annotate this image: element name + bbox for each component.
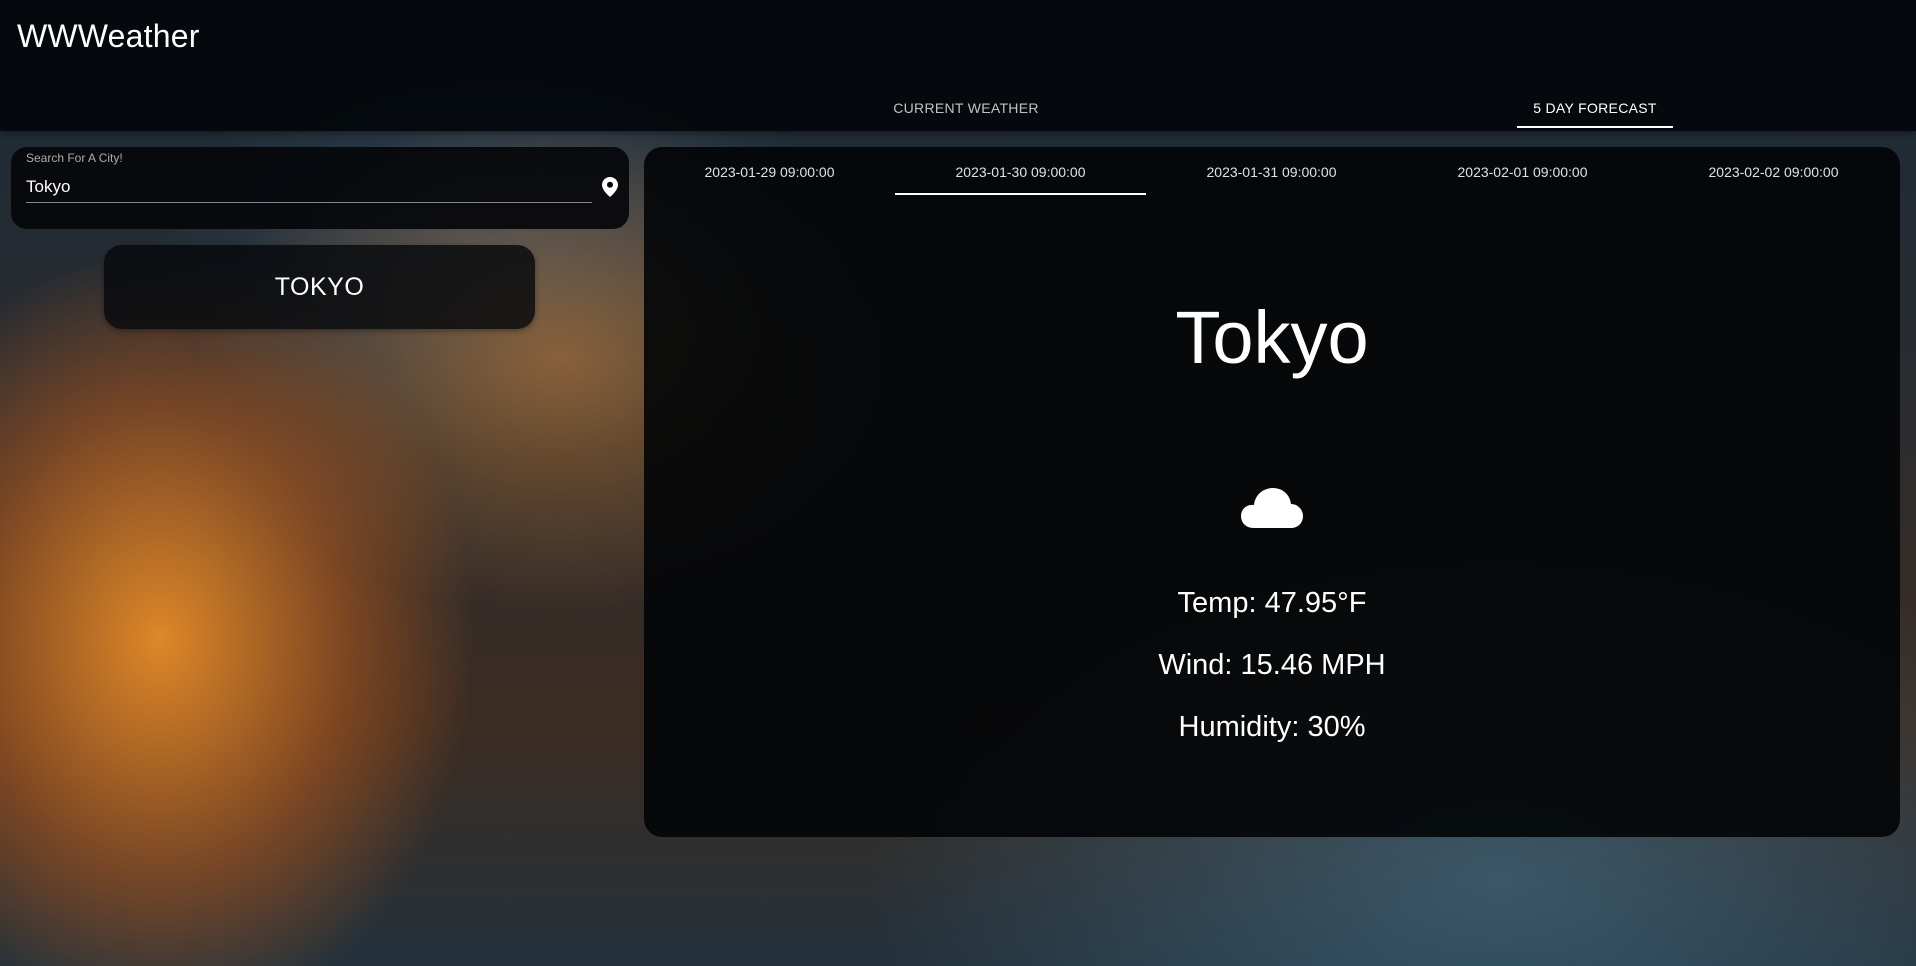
tab-label: 5 DAY FORECAST — [1533, 100, 1657, 116]
map-pin-icon[interactable] — [596, 173, 624, 201]
cloud-glyph — [1241, 488, 1303, 528]
day-tab-label: 2023-01-30 09:00:00 — [955, 164, 1086, 180]
day-tab-1[interactable]: 2023-01-29 09:00:00 — [644, 147, 895, 195]
humidity-label: Humidity: — [1178, 711, 1308, 743]
day-tab-5[interactable]: 2023-02-02 09:00:00 — [1648, 147, 1899, 195]
forecast-city-name: Tokyo — [1175, 296, 1369, 379]
cloud-icon — [1240, 484, 1304, 530]
tab-current-weather[interactable]: CURRENT WEATHER — [888, 94, 1044, 130]
map-pin-glyph — [602, 177, 618, 197]
temperature-readout: Temp: 47.95°F — [644, 587, 1900, 620]
active-tab-indicator — [1517, 126, 1673, 128]
search-box: Search For A City! — [11, 147, 629, 229]
app-title: WWWeather — [17, 18, 200, 54]
app-bar: WWWeather CURRENT WEATHER 5 DAY FORECAST — [0, 0, 1916, 131]
city-button-tokyo[interactable]: TOKYO — [104, 245, 535, 329]
day-tab-4[interactable]: 2023-02-01 09:00:00 — [1397, 147, 1648, 195]
day-tab-label: 2023-02-01 09:00:00 — [1457, 164, 1588, 180]
day-tab-label: 2023-01-29 09:00:00 — [704, 164, 835, 180]
day-tab-3[interactable]: 2023-01-31 09:00:00 — [1146, 147, 1397, 195]
wind-readout: Wind: 15.46 MPH — [644, 649, 1900, 682]
day-tab-label: 2023-02-02 09:00:00 — [1708, 164, 1839, 180]
temp-value: 47.95°F — [1264, 587, 1367, 619]
wind-value: 15.46 MPH — [1240, 649, 1386, 681]
temp-label: Temp: — [1177, 587, 1265, 619]
search-label: Search For A City! — [26, 151, 123, 165]
active-day-indicator — [895, 193, 1146, 195]
wind-label: Wind: — [1158, 649, 1241, 681]
day-tab-label: 2023-01-31 09:00:00 — [1206, 164, 1337, 180]
tab-label: CURRENT WEATHER — [893, 100, 1039, 116]
day-tab-2[interactable]: 2023-01-30 09:00:00 — [895, 147, 1146, 195]
forecast-panel: 2023-01-29 09:00:00 2023-01-30 09:00:00 … — [644, 147, 1900, 837]
humidity-readout: Humidity: 30% — [644, 711, 1900, 744]
tab-5-day-forecast[interactable]: 5 DAY FORECAST — [1517, 94, 1673, 130]
city-button-label: TOKYO — [274, 272, 365, 301]
search-input[interactable] — [26, 172, 592, 203]
humidity-value: 30% — [1307, 711, 1366, 743]
forecast-day-tabs: 2023-01-29 09:00:00 2023-01-30 09:00:00 … — [644, 147, 1900, 195]
